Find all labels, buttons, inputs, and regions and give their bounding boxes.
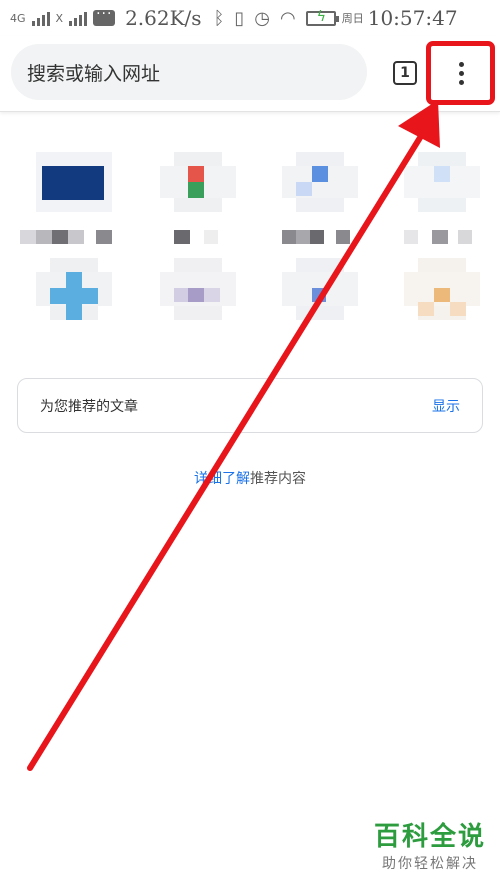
watermark-main: 百科全说: [373, 822, 486, 852]
site-tile-icon: [404, 152, 480, 228]
battery-icon: ϟ: [305, 8, 339, 26]
tab-switcher-button[interactable]: 1: [393, 61, 417, 85]
alarm-icon: ◷: [254, 7, 270, 29]
signal-icon: [31, 10, 50, 26]
recommended-articles-card: 为您推荐的文章 显示: [17, 378, 483, 433]
signal-icon-2: [69, 10, 88, 26]
network-type-2: X: [55, 11, 64, 25]
wifi-icon: ◠: [280, 7, 296, 29]
status-left: 4G X 2.62K/s: [10, 6, 202, 30]
network-speed: 2.62K/s: [125, 6, 202, 30]
message-icon: [93, 6, 116, 26]
site-tile-icon: [160, 258, 236, 334]
more-vert-icon[interactable]: [444, 52, 478, 94]
site-tile-title: [282, 230, 350, 244]
watermark-logo: 百科全说 助你轻松解决: [374, 816, 486, 873]
site-tile-icon: [282, 258, 358, 334]
learn-more-text: 详细了解推荐内容: [0, 468, 500, 488]
site-tile-icon: [36, 152, 112, 228]
annotation-arrow: [27, 100, 440, 771]
site-tile-icon: [160, 152, 236, 228]
site-tile-icon: [36, 258, 112, 334]
site-tile-title: [404, 230, 472, 244]
status-icons: ᛒ ▯ ◷ ◠ ϟ: [213, 7, 339, 29]
bluetooth-icon: ᛒ: [213, 7, 225, 29]
status-time: 10:57:47: [367, 6, 458, 30]
status-day: 周日: [341, 12, 364, 25]
site-tile-title: [174, 230, 218, 244]
recommended-title: 为您推荐的文章: [40, 398, 138, 415]
charging-icon: ϟ: [316, 8, 326, 25]
browser-toolbar: 搜索或输入网址 1: [0, 36, 500, 112]
show-button[interactable]: 显示: [432, 396, 460, 416]
watermark-sub: 助你轻松解决: [381, 856, 478, 872]
site-tile-title: [20, 230, 112, 244]
vibrate-icon: ▯: [234, 7, 245, 29]
status-bar: 4G X 2.62K/s ᛒ ▯ ◷ ◠ ϟ 周日 10:57:47: [0, 0, 500, 36]
site-tile-icon: [282, 152, 358, 228]
omnibox-placeholder: 搜索或输入网址: [27, 62, 161, 85]
network-type: 4G: [10, 11, 26, 25]
learn-more-link[interactable]: 详细了解: [194, 471, 250, 487]
site-tile-icon: [404, 258, 480, 334]
omnibox-input[interactable]: 搜索或输入网址: [11, 44, 367, 100]
learn-more-rest: 推荐内容: [250, 471, 306, 487]
